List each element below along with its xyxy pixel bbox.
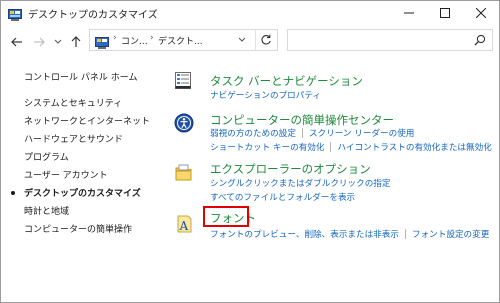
recent-locations-button[interactable] [51, 35, 65, 49]
fonts-icon[interactable]: A [174, 214, 194, 234]
link-divider [404, 229, 406, 239]
task-row: 弱視の方のための設定 スクリーン リーダーの使用 [210, 127, 414, 139]
minimize-button[interactable] [391, 1, 427, 25]
close-button[interactable] [463, 1, 499, 25]
ease-of-access-icon[interactable] [174, 113, 194, 133]
refresh-icon [261, 34, 271, 45]
sidebar-item-control-panel-home[interactable]: コントロール パネル ホーム [24, 70, 137, 83]
breadcrumb-item[interactable]: コン... [121, 34, 148, 47]
show-hidden-files-link[interactable]: すべてのファイルとフォルダーを表示 [210, 191, 355, 203]
click-behavior-link[interactable]: シングルクリックまたはダブルクリックの指定 [210, 177, 390, 189]
window-title: デスクトップのカスタマイズ [28, 10, 158, 21]
control-panel-icon [95, 34, 109, 49]
search-icon [474, 34, 486, 46]
breadcrumb-item[interactable]: デスクト... [158, 34, 203, 47]
shortcut-keys-link[interactable]: ショートカット キーの有効化 [210, 141, 324, 153]
sidebar-item-appearance[interactable]: デスクトップのカスタマイズ [24, 186, 141, 199]
control-panel-window: デスクトップのカスタマイズ › コン... › デスクト... コントロール パ… [0, 0, 500, 303]
minimize-icon [404, 12, 414, 14]
high-contrast-link[interactable]: ハイコントラストの有効化または無効化 [337, 141, 491, 153]
sidebar-item-clock-region[interactable]: 時計と地域 [24, 204, 69, 217]
sidebar-item-network-internet[interactable]: ネットワークとインターネット [24, 114, 150, 127]
up-button[interactable] [69, 35, 83, 49]
task-row: すべてのファイルとフォルダーを表示 [210, 191, 355, 203]
maximize-icon [440, 8, 450, 18]
sidebar-item-hardware-sound[interactable]: ハードウェアとサウンド [24, 132, 123, 145]
file-explorer-options-icon[interactable] [174, 163, 194, 183]
group-title-ease-of-access[interactable]: コンピューターの簡単操作センター [210, 112, 394, 128]
taskbar-navigation-icon[interactable] [174, 71, 194, 91]
forward-button[interactable] [32, 35, 46, 49]
sidebar-item-ease-of-access[interactable]: コンピューターの簡単操作 [24, 222, 132, 235]
chevron-down-icon [54, 39, 62, 44]
search-input[interactable] [287, 29, 493, 51]
refresh-button[interactable] [255, 29, 276, 51]
control-panel-icon [8, 6, 22, 21]
link-divider [330, 142, 332, 152]
current-page-bullet-icon [11, 191, 15, 195]
low-vision-settings-link[interactable]: 弱視の方のための設定 [210, 127, 296, 139]
address-history-button[interactable] [235, 29, 249, 51]
close-icon [476, 8, 486, 18]
link-divider [301, 128, 303, 138]
address-bar[interactable]: › コン... › デスクト... [89, 29, 278, 51]
screen-reader-link[interactable]: スクリーン リーダーの使用 [309, 127, 414, 139]
sidebar-item-system-security[interactable]: システムとセキュリティ [24, 96, 122, 109]
back-arrow-icon [11, 37, 22, 47]
task-row: ナビゲーションのプロパティ [210, 89, 321, 101]
breadcrumb-separator-icon: › [113, 33, 117, 43]
breadcrumb-separator-icon: › [150, 33, 154, 43]
group-title-taskbar[interactable]: タスク バーとナビゲーション [210, 73, 363, 89]
svg-text:A: A [179, 219, 189, 233]
forward-arrow-icon [34, 37, 45, 47]
sidebar-item-programs[interactable]: プログラム [24, 150, 69, 163]
maximize-button[interactable] [427, 1, 463, 25]
navigation-properties-link[interactable]: ナビゲーションのプロパティ [210, 89, 321, 101]
task-row: ショートカット キーの有効化 ハイコントラストの有効化または無効化 [210, 141, 492, 153]
title-bar[interactable]: デスクトップのカスタマイズ [1, 1, 499, 25]
font-preview-link[interactable]: フォントのプレビュー、削除、表示または非表示 [210, 228, 399, 240]
font-settings-link[interactable]: フォント設定の変更 [412, 228, 489, 240]
up-arrow-icon [71, 36, 81, 47]
sidebar-item-user-accounts[interactable]: ユーザー アカウント [24, 168, 108, 181]
fonts-highlight-box [203, 206, 249, 227]
chevron-down-icon [238, 37, 246, 42]
back-button[interactable] [10, 35, 24, 49]
task-row: シングルクリックまたはダブルクリックの指定 [210, 177, 390, 189]
group-title-explorer-options[interactable]: エクスプローラーのオプション [210, 161, 371, 177]
task-row: フォントのプレビュー、削除、表示または非表示 フォント設定の変更 [210, 228, 489, 240]
